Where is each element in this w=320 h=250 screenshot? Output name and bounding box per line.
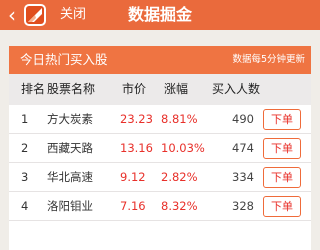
card-title: 今日热门买入股 bbox=[20, 52, 108, 67]
table-row[interactable]: 4 洛阳钼业 7.16 8.32% 328 下单 bbox=[9, 192, 311, 221]
rank-cell: 4 bbox=[21, 199, 29, 213]
order-button[interactable]: 下单 bbox=[263, 138, 301, 159]
column-header-price: 市价 bbox=[122, 82, 147, 96]
column-header-name: 股票名称 bbox=[47, 82, 96, 96]
buyers-cell: 334 bbox=[232, 170, 254, 184]
stock-name-cell: 西藏天路 bbox=[47, 141, 93, 155]
rank-cell: 1 bbox=[21, 112, 29, 126]
stock-name-cell: 洛阳钼业 bbox=[47, 199, 93, 213]
rank-cell: 3 bbox=[21, 170, 29, 184]
change-cell: 8.81% bbox=[161, 112, 198, 126]
card-header: 今日热门买入股 数据每5分钟更新 bbox=[9, 46, 311, 74]
table-row[interactable]: 1 方大炭素 23.23 8.81% 490 下单 bbox=[9, 105, 311, 134]
rank-cell: 2 bbox=[21, 141, 29, 155]
page-title: 数据掘金 bbox=[127, 5, 192, 24]
stock-name-cell: 方大炭素 bbox=[47, 112, 93, 126]
order-button[interactable]: 下单 bbox=[263, 109, 301, 130]
column-header-rank: 排名 bbox=[21, 82, 46, 96]
order-button[interactable]: 下单 bbox=[263, 167, 301, 188]
change-cell: 2.82% bbox=[161, 170, 198, 184]
buyers-cell: 490 bbox=[232, 112, 254, 126]
back-chevron-icon[interactable]: ‹ bbox=[3, 4, 21, 26]
column-header-buyers: 买入人数 bbox=[212, 82, 261, 96]
app-logo-icon bbox=[24, 4, 46, 26]
price-cell: 23.23 bbox=[120, 112, 153, 126]
table-header: 排名 股票名称 市价 涨幅 买入人数 bbox=[9, 74, 311, 105]
top-nav-bar: ‹ 关闭 数据掘金 bbox=[0, 0, 320, 30]
hot-stocks-card: 今日热门买入股 数据每5分钟更新 排名 股票名称 市价 涨幅 买入人数 1 方大… bbox=[9, 46, 311, 250]
column-header-change: 涨幅 bbox=[164, 82, 189, 96]
close-button[interactable]: 关闭 bbox=[60, 0, 86, 30]
change-cell: 10.03% bbox=[161, 141, 205, 155]
table-row[interactable]: 3 华北高速 9.12 2.82% 334 下单 bbox=[9, 163, 311, 192]
buyers-cell: 328 bbox=[232, 199, 254, 213]
stock-name-cell: 华北高速 bbox=[47, 170, 93, 184]
update-note: 数据每5分钟更新 bbox=[232, 54, 305, 65]
buyers-cell: 474 bbox=[232, 141, 254, 155]
order-button[interactable]: 下单 bbox=[263, 196, 301, 217]
price-cell: 7.16 bbox=[120, 199, 146, 213]
table-row[interactable]: 2 西藏天路 13.16 10.03% 474 下单 bbox=[9, 134, 311, 163]
price-cell: 13.16 bbox=[120, 141, 153, 155]
change-cell: 8.32% bbox=[161, 199, 198, 213]
price-cell: 9.12 bbox=[120, 170, 146, 184]
